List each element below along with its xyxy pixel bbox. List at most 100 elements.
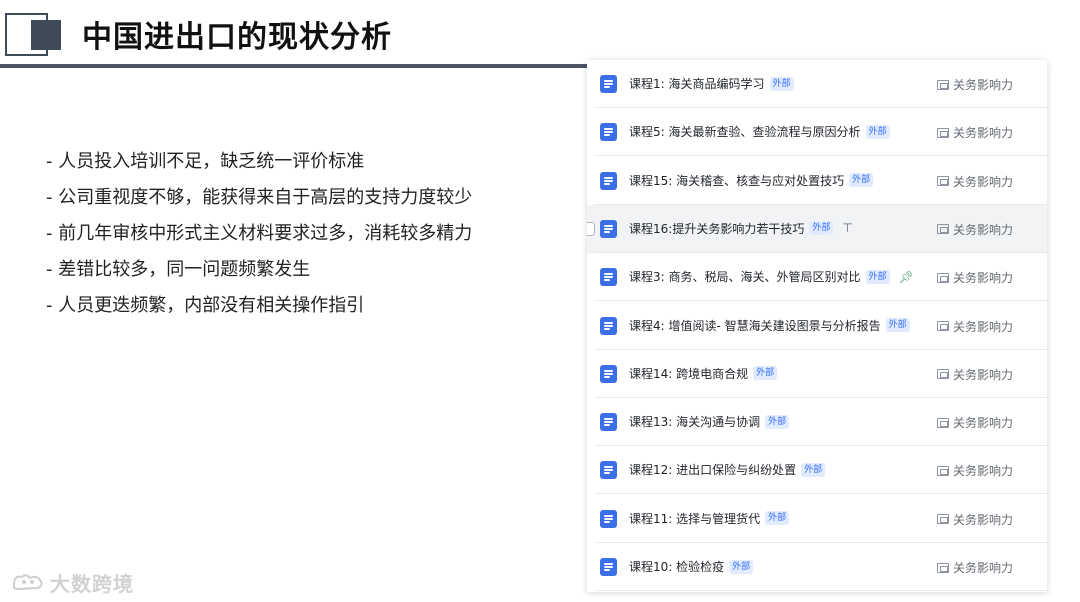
location-label: 关务影响力 — [953, 561, 1014, 575]
external-badge: 外部 — [753, 366, 778, 381]
external-badge: 外部 — [765, 414, 790, 429]
external-badge: 外部 — [885, 318, 910, 332]
header-square-fill — [31, 20, 61, 50]
bullet-item: - 差错比较多，同一问题频繁发生 — [46, 259, 311, 280]
folder-icon — [937, 127, 949, 138]
external-badge: 外部 — [809, 221, 834, 236]
folder-icon — [937, 465, 949, 476]
course-list-panel: 课程1: 海关商品编码学习 外部 关务影响力 课程5: 海关最新查验、查验流程与原因分… — [587, 60, 1047, 592]
document-icon — [600, 558, 617, 576]
row-location[interactable]: 关务影响力 — [937, 462, 1013, 479]
location-label: 关务影响力 — [953, 271, 1014, 286]
list-item[interactable]: 课程16:提升关务影响力若干技巧 外部 ⊤ 关务影响力 — [587, 204, 1047, 253]
bullet-item: - 人员更迭频繁，内部没有相关操作指引 — [46, 295, 365, 316]
row-title-group[interactable]: 课程4: 增值阅读- 智慧海关建设图景与分析报告 外部 — [629, 317, 910, 334]
row-title[interactable]: 课程13: 海关沟通与协调 — [629, 413, 760, 430]
row-location[interactable]: 关务影响力 — [937, 269, 1013, 286]
list-item[interactable]: 课程13: 海关沟通与协调 外部 关务影响力 — [587, 398, 1047, 447]
row-title-group[interactable]: 课程3: 商务、税局、海关、外管局区别对比 外部 📌︎ — [629, 268, 914, 285]
document-icon — [600, 509, 617, 528]
location-label: 关务影响力 — [953, 464, 1014, 479]
location-label: 关务影响力 — [953, 126, 1014, 141]
row-title-group[interactable]: 课程1: 海关商品编码学习 外部 — [629, 75, 794, 92]
row-location[interactable]: 关务影响力 — [937, 511, 1013, 528]
external-badge: 外部 — [729, 559, 754, 574]
row-title[interactable]: 课程14: 跨境电商合规 — [629, 365, 748, 382]
row-title-group[interactable]: 课程12: 进出口保险与纠纷处置 外部 — [629, 461, 826, 478]
row-title[interactable]: 课程16:提升关务影响力若干技巧 — [629, 220, 804, 237]
folder-icon — [937, 321, 949, 331]
list-item[interactable]: 课程11: 选择与管理货代 外部 关务影响力 — [587, 495, 1047, 543]
list-item[interactable]: 课程15: 海关稽查、核查与应对处置技巧 外部 关务影响力 — [587, 157, 1047, 205]
external-badge: 外部 — [769, 76, 794, 91]
row-location[interactable]: 关务影响力 — [937, 124, 1013, 141]
list-item[interactable]: 课程3: 商务、税局、海关、外管局区别对比 外部 📌︎ 关务影响力 — [587, 253, 1047, 302]
row-location[interactable]: 关务影响力 — [937, 366, 1013, 383]
row-title-group[interactable]: 课程16:提升关务影响力若干技巧 外部 ⊤ — [629, 220, 853, 237]
list-item[interactable]: 课程14: 跨境电商合规 外部 关务影响力 — [587, 350, 1047, 398]
watermark-text: 大数跨境 — [50, 572, 134, 596]
watermark-logo-icon — [12, 573, 43, 590]
row-title[interactable]: 课程5: 海关最新查验、查验流程与原因分析 — [629, 123, 861, 140]
folder-icon — [937, 514, 949, 525]
row-title-group[interactable]: 课程14: 跨境电商合规 外部 — [629, 365, 778, 382]
row-checkbox[interactable] — [587, 221, 595, 236]
location-label: 关务影响力 — [953, 222, 1014, 237]
document-icon — [600, 171, 617, 190]
row-location[interactable]: 关务影响力 — [937, 318, 1013, 335]
row-title[interactable]: 课程11: 选择与管理货代 — [629, 510, 760, 527]
row-location[interactable]: 关务影响力 — [937, 173, 1013, 190]
row-title-group[interactable]: 课程5: 海关最新查验、查验流程与原因分析 外部 — [629, 123, 890, 140]
list-item[interactable]: 课程4: 增值阅读- 智慧海关建设图景与分析报告 外部 关务影响力 — [587, 302, 1047, 350]
row-title-group[interactable]: 课程11: 选择与管理货代 外部 — [629, 510, 790, 527]
location-label: 关务影响力 — [953, 367, 1014, 382]
document-icon — [600, 364, 617, 383]
row-location[interactable]: 关务影响力 — [937, 221, 1013, 238]
row-title[interactable]: 课程12: 进出口保险与纠纷处置 — [629, 461, 796, 478]
row-title[interactable]: 课程3: 商务、税局、海关、外管局区别对比 — [629, 268, 861, 285]
location-label: 关务影响力 — [953, 174, 1014, 189]
location-label: 关务影响力 — [953, 512, 1014, 527]
row-title-group[interactable]: 课程10: 检验检疫 外部 — [629, 558, 754, 575]
bullet-item: - 公司重视度不够，能获得来自于高层的支持力度较少 — [46, 187, 473, 208]
location-label: 关务影响力 — [953, 319, 1014, 334]
list-item[interactable]: 课程5: 海关最新查验、查验流程与原因分析 外部 关务影响力 — [587, 108, 1047, 157]
document-icon — [600, 413, 617, 432]
bullet-list: - 人员投入培训不足，缺乏统一评价标准 - 公司重视度不够，能获得来自于高层的支… — [46, 150, 472, 330]
list-item[interactable]: 课程12: 进出口保险与纠纷处置 外部 关务影响力 — [587, 446, 1047, 495]
bullet-item: - 前几年审核中形式主义材料要求过多，消耗较多精力 — [46, 223, 473, 244]
folder-icon — [937, 417, 949, 428]
document-icon — [600, 123, 617, 142]
list-item[interactable]: 课程10: 检验检疫 外部 关务影响力 — [587, 543, 1047, 591]
external-badge: 外部 — [849, 173, 874, 188]
row-location[interactable]: 关务影响力 — [937, 414, 1013, 431]
pin-icon[interactable]: ⊤ — [842, 221, 852, 235]
row-title[interactable]: 课程1: 海关商品编码学习 — [629, 75, 765, 92]
list-item[interactable]: 课程1: 海关商品编码学习 外部 关务影响力 — [587, 60, 1047, 108]
folder-icon — [937, 176, 949, 187]
document-icon — [600, 268, 617, 287]
document-icon — [600, 75, 617, 93]
header-rule — [0, 64, 590, 68]
pinned-icon[interactable]: 📌︎ — [899, 270, 914, 284]
row-title[interactable]: 课程4: 增值阅读- 智慧海关建设图景与分析报告 — [629, 317, 881, 334]
external-badge: 外部 — [865, 269, 890, 284]
folder-icon — [937, 369, 949, 380]
folder-icon — [937, 272, 949, 283]
location-label: 关务影响力 — [953, 416, 1014, 431]
folder-icon — [937, 562, 949, 573]
folder-icon — [937, 79, 949, 90]
row-title[interactable]: 课程15: 海关稽查、核查与应对处置技巧 — [629, 172, 844, 189]
location-label: 关务影响力 — [953, 78, 1014, 92]
row-location[interactable]: 关务影响力 — [937, 76, 1013, 93]
folder-icon — [937, 224, 949, 235]
external-badge: 外部 — [765, 511, 790, 526]
document-icon — [600, 219, 617, 238]
row-title[interactable]: 课程10: 检验检疫 — [629, 558, 724, 575]
row-title-group[interactable]: 课程13: 海关沟通与协调 外部 — [629, 413, 790, 430]
document-icon — [600, 316, 617, 335]
row-title-group[interactable]: 课程15: 海关稽查、核查与应对处置技巧 外部 — [629, 172, 874, 189]
watermark: 大数跨境 — [10, 568, 134, 597]
row-location[interactable]: 关务影响力 — [937, 559, 1013, 576]
external-badge: 外部 — [801, 462, 826, 477]
